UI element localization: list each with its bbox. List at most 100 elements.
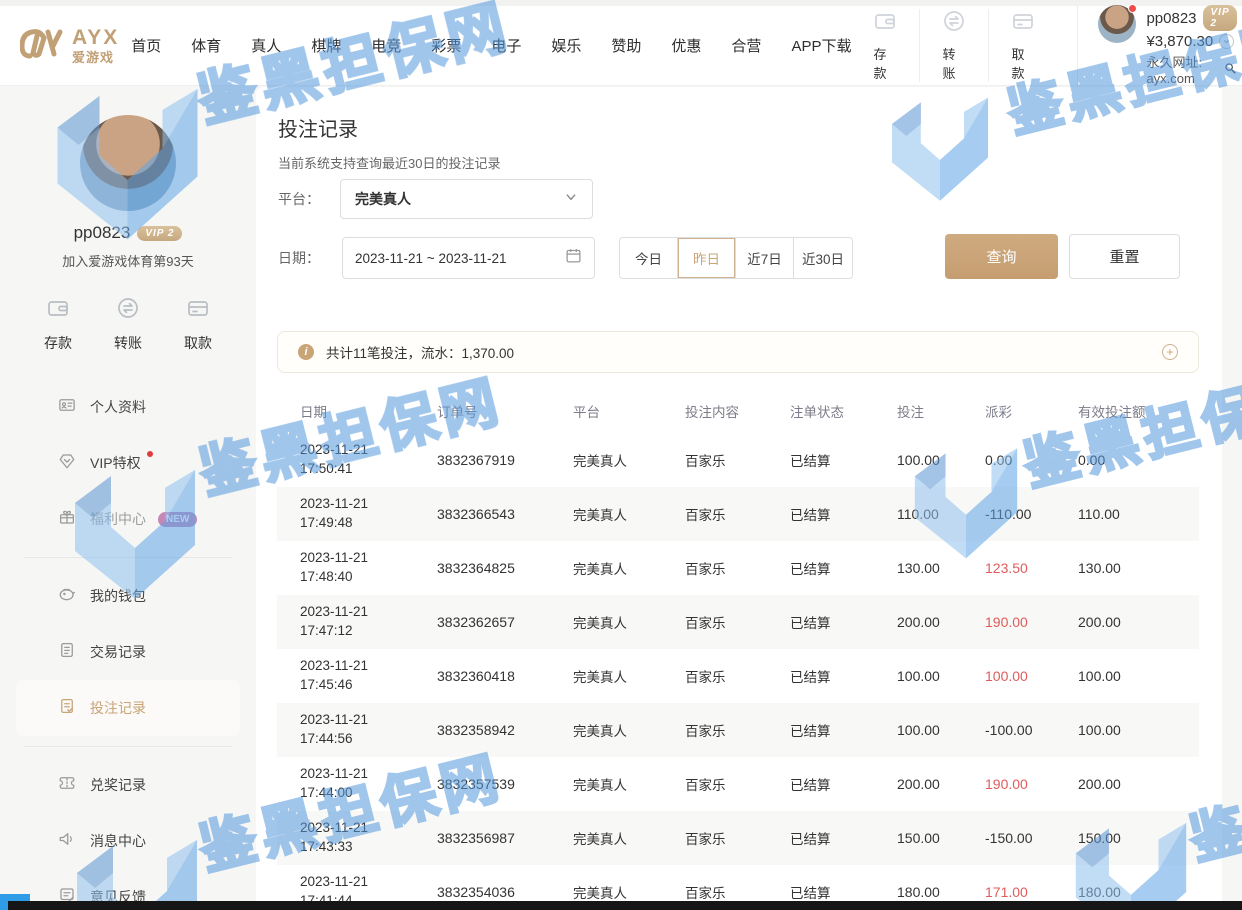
gift-icon [58, 508, 76, 531]
hdr-action-存款[interactable]: 存款 [851, 9, 919, 82]
cell-order-number: 3832360418 [437, 668, 573, 684]
table-row: 2023-11-2117:49:48 3832366543 完美真人 百家乐 已… [277, 487, 1199, 541]
chevron-down-icon [1222, 37, 1231, 46]
cell-date: 2023-11-2117:44:56 [300, 711, 437, 749]
cell-bet-content: 百家乐 [685, 882, 790, 902]
piggy-icon [58, 585, 76, 608]
nav-item-合营[interactable]: 合营 [731, 35, 761, 56]
platform-selected-value: 完美真人 [355, 189, 411, 209]
cell-valid-bet: 100.00 [1078, 722, 1199, 738]
sb-action-转账[interactable]: 转账 [114, 296, 142, 353]
hdr-action-转账[interactable]: 转账 [919, 9, 988, 82]
nav-item-电竞[interactable]: 电竞 [371, 35, 401, 56]
unread-dot [147, 451, 153, 457]
nav-item-真人[interactable]: 真人 [251, 35, 281, 56]
avatar[interactable] [1098, 5, 1136, 43]
sidebar-item-个人资料[interactable]: 个人资料 [16, 379, 240, 435]
cell-payout: 190.00 [985, 776, 1078, 792]
sidebar-item-兑奖记录[interactable]: 兑奖记录 [16, 757, 240, 813]
cell-payout: -150.00 [985, 830, 1078, 846]
cell-status: 已结算 [790, 450, 897, 470]
sb-action-取款[interactable]: 取款 [184, 296, 212, 353]
nav-item-首页[interactable]: 首页 [131, 35, 161, 56]
join-days-text: 加入爱游戏体育第93天 [0, 251, 256, 270]
cell-valid-bet: 130.00 [1078, 560, 1199, 576]
vip-badge: VIP 2 [1203, 5, 1238, 31]
idcard-icon [58, 396, 76, 419]
nav-item-赞助[interactable]: 赞助 [611, 35, 641, 56]
info-icon: i [298, 344, 314, 360]
cell-platform: 完美真人 [573, 828, 685, 848]
platform-select[interactable]: 完美真人 [340, 179, 593, 219]
cell-bet-amount: 100.00 [897, 722, 985, 738]
cell-valid-bet: 0.00 [1078, 452, 1199, 468]
column-header-有效投注额: 有效投注额 [1078, 401, 1199, 421]
cell-bet-content: 百家乐 [685, 774, 790, 794]
transfer-icon [942, 9, 966, 38]
cell-date: 2023-11-2117:43:33 [300, 819, 437, 857]
nav-item-APP下载[interactable]: APP下载 [791, 35, 851, 56]
sidebar-item-我的钱包[interactable]: 我的钱包 [16, 568, 240, 624]
sidebar-item-投注记录[interactable]: 投注记录 [16, 680, 240, 736]
sidebar-item-消息中心[interactable]: 消息中心 [16, 813, 240, 869]
table-row: 2023-11-2117:45:46 3832360418 完美真人 百家乐 已… [277, 649, 1199, 703]
new-badge: NEW [158, 512, 197, 527]
nav-item-娱乐[interactable]: 娱乐 [551, 35, 581, 56]
cell-valid-bet: 150.00 [1078, 830, 1199, 846]
cell-status: 已结算 [790, 828, 897, 848]
cell-platform: 完美真人 [573, 720, 685, 740]
cell-payout: -110.00 [985, 506, 1078, 522]
sidebar-item-福利中心[interactable]: 福利中心NEW [16, 491, 240, 547]
cell-date: 2023-11-2117:45:46 [300, 657, 437, 695]
range-button-昨日[interactable]: 昨日 [678, 238, 736, 278]
sidebar-item-交易记录[interactable]: 交易记录 [16, 624, 240, 680]
betlog-icon [58, 697, 76, 720]
cell-date: 2023-11-2117:48:40 [300, 549, 437, 587]
cell-platform: 完美真人 [573, 504, 685, 524]
range-button-今日[interactable]: 今日 [620, 238, 678, 278]
quick-range-group: 今日昨日近7日近30日 [619, 237, 853, 279]
header-quick-actions: 存款 转账 取款 [851, 9, 1057, 82]
cell-bet-amount: 130.00 [897, 560, 985, 576]
nav-item-彩票[interactable]: 彩票 [431, 35, 461, 56]
cell-bet-amount: 100.00 [897, 668, 985, 684]
nav-item-电子[interactable]: 电子 [491, 35, 521, 56]
cell-bet-content: 百家乐 [685, 450, 790, 470]
column-header-投注内容: 投注内容 [685, 401, 790, 421]
range-button-近30日[interactable]: 近30日 [794, 238, 852, 278]
card-icon [1011, 9, 1035, 38]
cell-date: 2023-11-2117:44:00 [300, 765, 437, 803]
sidebar: pp0823 VIP 2 加入爱游戏体育第93天 存款 转账 取款 个人资料 V… [0, 87, 256, 910]
cell-bet-content: 百家乐 [685, 720, 790, 740]
cell-valid-bet: 110.00 [1078, 506, 1199, 522]
nav-item-体育[interactable]: 体育 [191, 35, 221, 56]
cell-date: 2023-11-2117:50:41 [300, 441, 437, 479]
perma-url: 永久网址: ayx.com [1146, 52, 1219, 86]
sidebar-avatar[interactable] [80, 115, 176, 211]
search-button[interactable]: 查询 [945, 234, 1058, 279]
column-header-订单号: 订单号 [437, 401, 573, 421]
hdr-action-取款[interactable]: 取款 [988, 9, 1057, 82]
main-panel: 投注记录 当前系统支持查询最近30日的投注记录 平台： 完美真人 日期： 202… [256, 87, 1222, 910]
range-button-近7日[interactable]: 近7日 [736, 238, 794, 278]
balance-refresh-chevron[interactable] [1219, 34, 1234, 49]
cell-order-number: 3832356987 [437, 830, 573, 846]
cell-platform: 完美真人 [573, 558, 685, 578]
cell-bet-content: 百家乐 [685, 828, 790, 848]
cell-date: 2023-11-2117:49:48 [300, 495, 437, 533]
cell-status: 已结算 [790, 882, 897, 902]
reset-button[interactable]: 重置 [1069, 234, 1180, 279]
nav-item-优惠[interactable]: 优惠 [671, 35, 701, 56]
date-range-picker[interactable]: 2023-11-21 ~ 2023-11-21 [342, 237, 595, 279]
search-icon[interactable] [1223, 61, 1237, 78]
nav-item-棋牌[interactable]: 棋牌 [311, 35, 341, 56]
username: pp0823 [1146, 10, 1196, 27]
horn-icon [58, 830, 76, 853]
wallet-icon [46, 296, 70, 325]
expand-plus-icon[interactable]: + [1162, 344, 1178, 360]
brand-abbr: AYX [72, 27, 119, 48]
brand-logo[interactable]: AYX 爱游戏 [20, 26, 119, 65]
cell-valid-bet: 180.00 [1078, 884, 1199, 900]
sb-action-存款[interactable]: 存款 [44, 296, 72, 353]
sidebar-item-VIP特权[interactable]: VIP特权 [16, 435, 240, 491]
